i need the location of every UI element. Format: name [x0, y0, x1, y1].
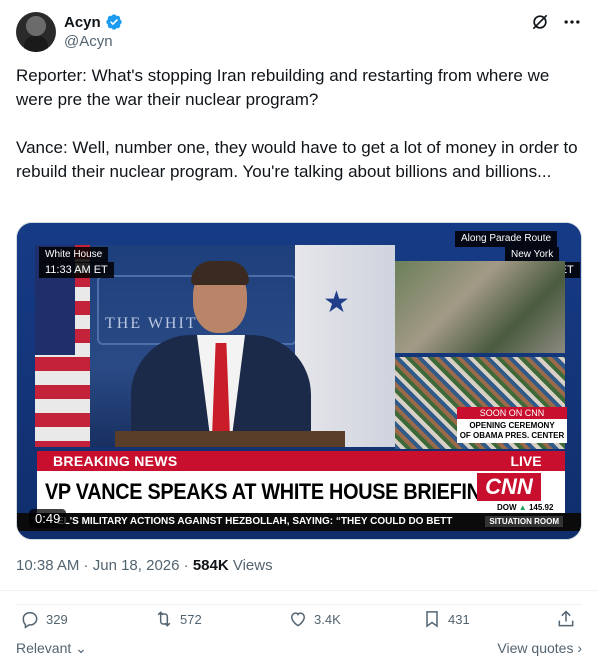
relevant-sort-button[interactable]: Relevant ⌄ — [16, 640, 87, 657]
views-count: 584K — [192, 557, 229, 574]
live-badge: LIVE — [491, 451, 561, 471]
bookmark-button[interactable]: 431 — [422, 609, 470, 629]
cnn-logo: CNN — [477, 473, 541, 501]
chevron-right-icon: › — [577, 640, 582, 656]
tweet-footer: Relevant ⌄ View quotes › — [16, 640, 582, 660]
tweet-text: Reporter: What's stopping Iran rebuildin… — [16, 66, 578, 181]
right-location-label: Along Parade Route — [455, 231, 558, 247]
reply-button[interactable]: 329 — [20, 609, 68, 629]
like-count: 3.4K — [314, 611, 341, 627]
tweet-time[interactable]: 10:38 AM — [16, 557, 79, 574]
author-handle[interactable]: @Acyn — [64, 33, 113, 50]
grok-icon[interactable] — [530, 12, 550, 32]
soon-label: SOON ON CNN — [457, 407, 567, 419]
soon-line-1: OPENING CEREMONY — [469, 421, 555, 430]
avatar[interactable] — [16, 12, 56, 52]
retweet-button[interactable]: 572 — [154, 609, 202, 629]
verified-icon — [106, 14, 122, 30]
display-name[interactable]: Acyn — [64, 14, 101, 31]
soon-line-2: OF OBAMA PRES. CENTER — [459, 431, 565, 440]
share-icon — [558, 610, 574, 627]
like-icon — [290, 612, 306, 627]
tweet-header: Acyn @Acyn — [16, 12, 582, 54]
soon-on-cnn-box: SOON ON CNN OPENING CEREMONY OF OBAMA PR… — [457, 407, 567, 443]
video-player[interactable]: THE WHIT USE White House 11:33 AM ET Alo… — [16, 222, 582, 540]
breaking-news-label: BREAKING NEWS — [53, 453, 178, 469]
author-name-row: Acyn — [64, 13, 123, 31]
chyron-headline: VP VANCE SPEAKS AT WHITE HOUSE BRIEFING — [45, 479, 496, 504]
retweet-icon — [157, 611, 171, 627]
video-duration: 0:49 — [29, 509, 67, 528]
divider — [0, 590, 598, 591]
left-time-label: 11:33 AM ET — [39, 262, 114, 278]
ticker-bar: EL'S MILITARY ACTIONS AGAINST HEZBOLLAH,… — [17, 513, 581, 531]
action-bar: 329 572 3.4K 431 — [16, 604, 582, 632]
breaking-news-bar: BREAKING NEWS — [37, 451, 565, 471]
tweet-date[interactable]: Jun 18, 2026 — [93, 557, 180, 574]
like-button[interactable]: 3.4K — [288, 609, 341, 629]
more-icon[interactable] — [562, 12, 582, 32]
dow-ticker: DOW ▲ 145.92 — [497, 503, 554, 512]
parade-image-top — [395, 261, 565, 353]
share-button[interactable] — [556, 609, 576, 629]
left-location-label: White House — [39, 247, 109, 263]
speaker — [131, 261, 311, 447]
views-label: Views — [228, 557, 273, 574]
reply-count: 329 — [46, 611, 68, 627]
chevron-down-icon: ⌄ — [75, 640, 87, 656]
ticker-text: EL'S MILITARY ACTIONS AGAINST HEZBOLLAH,… — [57, 516, 453, 527]
header-actions — [530, 12, 582, 32]
tweet-meta: 10:38 AM · Jun 18, 2026 · 584K Views — [16, 557, 273, 574]
ticker-badge: SITUATION ROOM — [485, 516, 563, 527]
retweet-count: 572 — [180, 611, 202, 627]
bookmark-count: 431 — [448, 611, 470, 627]
bookmark-icon — [426, 611, 438, 628]
view-quotes-link[interactable]: View quotes › — [497, 640, 582, 656]
reply-icon — [22, 612, 38, 629]
podium — [115, 431, 345, 447]
